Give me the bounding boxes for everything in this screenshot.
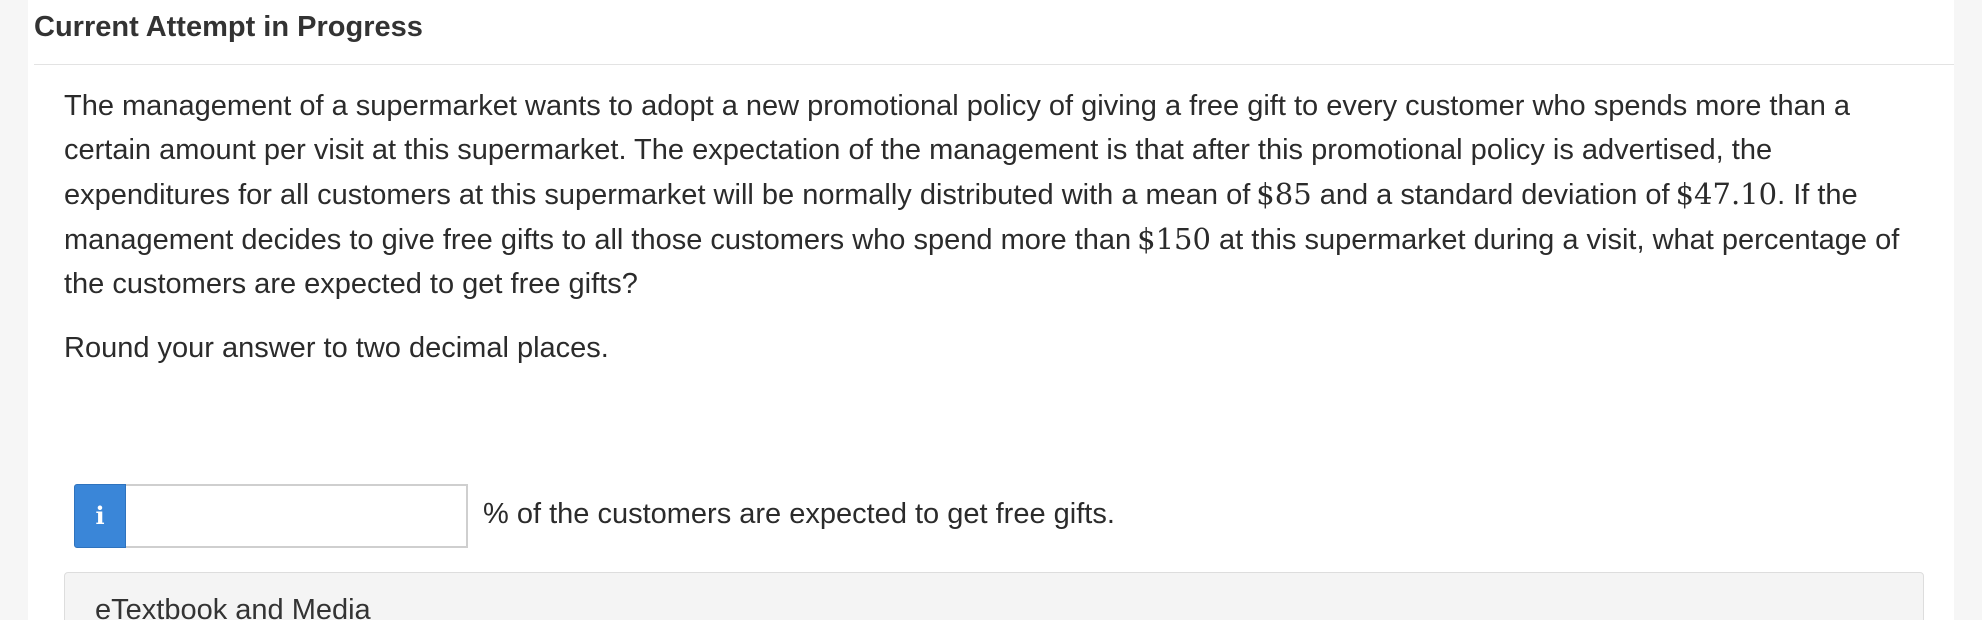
round-instruction: Round your answer to two decimal places. (64, 332, 609, 364)
attempt-title: Current Attempt in Progress (34, 11, 423, 43)
info-button[interactable]: i (74, 484, 126, 548)
question-text: The management of a supermarket wants to… (64, 84, 1924, 306)
right-gutter (1954, 0, 1982, 620)
mean-value: $85 (1256, 177, 1312, 211)
std-dev-value: $47.10 (1675, 177, 1778, 211)
info-icon: i (95, 501, 105, 530)
left-gutter (0, 0, 28, 620)
etextbook-label: eTextbook and Media (95, 594, 371, 620)
header-divider (34, 64, 1954, 65)
answer-input[interactable] (126, 484, 468, 548)
question-text-part2: and a standard deviation of (1319, 179, 1670, 211)
answer-suffix-text: % of the customers are expected to get f… (483, 498, 1115, 530)
threshold-value: $150 (1137, 222, 1211, 256)
etextbook-panel[interactable]: eTextbook and Media (64, 572, 1924, 620)
